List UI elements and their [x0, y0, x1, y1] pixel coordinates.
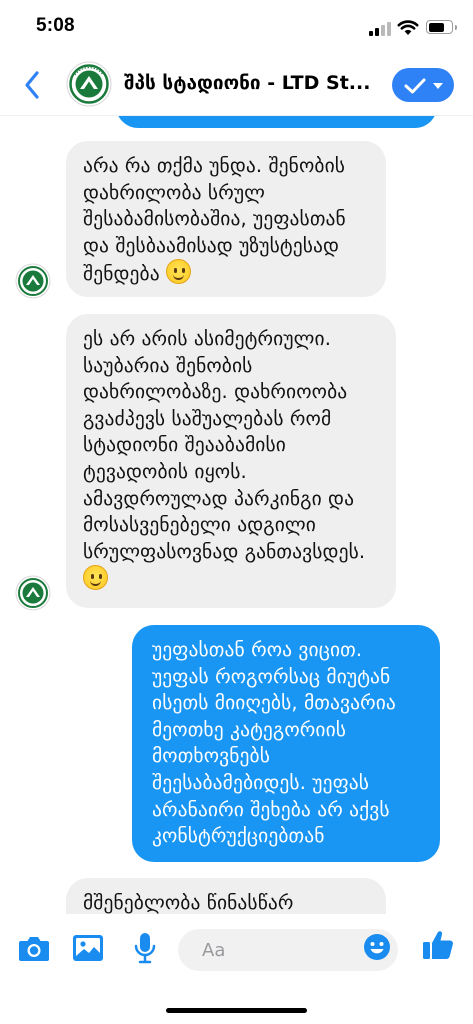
- check-icon: [404, 78, 426, 94]
- sender-avatar[interactable]: [15, 263, 51, 299]
- message-text: ეს არ არის ასიმეტრიული. საუბარია შენობის…: [83, 327, 366, 563]
- message-bubble-incoming[interactable]: ეს არ არის ასიმეტრიული. საუბარია შენობის…: [66, 314, 396, 608]
- contact-avatar[interactable]: [66, 61, 112, 107]
- message-text: უეფასთან როა ვიცით. უეფას როგორსაც მიუტა…: [152, 638, 396, 848]
- home-indicator[interactable]: [166, 1008, 307, 1013]
- chevron-left-icon[interactable]: [20, 68, 46, 102]
- smiley-emoji-icon: [83, 565, 108, 591]
- message-text: არა რა თქმა უნდა. შენობის დახრილობა სრულ…: [83, 154, 346, 286]
- thumbs-up-icon[interactable]: [421, 928, 455, 962]
- smiley-emoji-icon: [166, 259, 192, 285]
- microphone-icon[interactable]: [134, 932, 156, 964]
- image-icon[interactable]: [72, 934, 104, 962]
- message-text: მშენებლობა წინასწარ: [83, 891, 294, 914]
- message-list[interactable]: არა რა თქმა უნდა. შენობის დახრილობა სრულ…: [0, 0, 473, 1024]
- chevron-down-icon: [433, 83, 443, 89]
- conversation-title[interactable]: შპს სტადიონი - LTD St...: [124, 72, 386, 94]
- camera-icon[interactable]: [18, 934, 50, 962]
- sender-avatar[interactable]: [15, 575, 51, 611]
- message-bubble-incoming[interactable]: არა რა თქმა უნდა. შენობის დახრილობა სრულ…: [66, 141, 386, 297]
- mark-done-button[interactable]: [392, 68, 454, 102]
- chat-header: შპს სტადიონი - LTD St...: [0, 54, 473, 116]
- message-bubble-outgoing[interactable]: უეფასთან როა ვიცით. უეფას როგორსაც მიუტა…: [132, 625, 440, 862]
- emoji-icon[interactable]: [363, 933, 391, 961]
